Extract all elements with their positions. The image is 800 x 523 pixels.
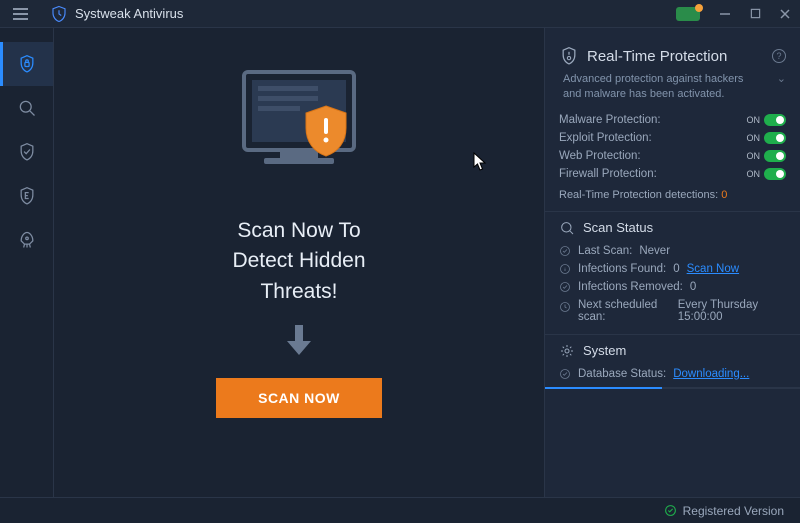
hero-headline: Scan Now To Detect Hidden Threats!: [232, 216, 365, 307]
check-circle-icon: [664, 504, 677, 517]
scan-now-link[interactable]: Scan Now: [687, 263, 739, 275]
infections-found-label: Infections Found:: [578, 263, 666, 275]
brand-shield-icon: [50, 5, 68, 23]
web-label: Web Protection:: [559, 150, 747, 162]
app-brand: Systweak Antivirus: [50, 5, 183, 23]
monitor-illustration: [224, 66, 374, 196]
db-progress-bar: [545, 387, 800, 389]
chevron-down-icon: ⌄: [777, 72, 786, 87]
detections-label: Real-Time Protection detections:: [559, 189, 718, 201]
malware-toggle[interactable]: [764, 114, 786, 126]
next-scan-label: Next scheduled scan:: [578, 299, 671, 323]
gear-icon: [559, 343, 575, 359]
sidebar-item-quarantine[interactable]: [0, 174, 53, 218]
rtp-title: Real-Time Protection: [587, 48, 727, 65]
maximize-button[interactable]: [746, 5, 764, 23]
close-button[interactable]: [776, 5, 794, 23]
shield-check-icon: [17, 142, 37, 162]
infections-removed-label: Infections Removed:: [578, 281, 683, 293]
registered-label: Registered Version: [683, 504, 784, 518]
system-title: System: [583, 343, 626, 358]
infections-removed-value: 0: [690, 281, 696, 293]
firewall-label: Firewall Protection:: [559, 168, 747, 180]
scan-status-title: Scan Status: [583, 220, 653, 235]
check-circle-icon: [559, 368, 571, 380]
web-toggle[interactable]: [764, 150, 786, 162]
exploit-label: Exploit Protection:: [559, 132, 747, 144]
malware-label: Malware Protection:: [559, 114, 747, 126]
rtp-subtitle: Advanced protection against hackers and …: [563, 72, 763, 103]
infections-found-value: 0: [673, 263, 679, 275]
hamburger-menu[interactable]: [6, 0, 34, 28]
scan-status-icon: [559, 220, 575, 236]
info-icon: [559, 263, 571, 275]
rtp-subtitle-row[interactable]: Advanced protection against hackers and …: [559, 72, 786, 103]
last-scan-label: Last Scan:: [578, 245, 632, 257]
upgrade-badge-icon[interactable]: [676, 7, 700, 21]
toggle-on-label: ON: [747, 115, 761, 125]
sidebar-item-scan[interactable]: [0, 86, 53, 130]
scan-now-button[interactable]: SCAN NOW: [216, 378, 382, 418]
sidebar-item-protection[interactable]: [0, 130, 53, 174]
db-status-value[interactable]: Downloading...: [673, 368, 749, 380]
rocket-icon: [17, 230, 37, 250]
sidebar-item-boost[interactable]: [0, 218, 53, 262]
check-circle-icon: [559, 281, 571, 293]
detections-value: 0: [721, 189, 727, 201]
next-scan-value: Every Thursday 15:00:00: [678, 299, 786, 323]
arrow-down-icon: [285, 323, 313, 360]
rtp-shield-icon: [559, 46, 579, 66]
minimize-button[interactable]: [716, 5, 734, 23]
firewall-toggle[interactable]: [764, 168, 786, 180]
shield-lock-icon: [17, 54, 37, 74]
db-status-label: Database Status:: [578, 368, 666, 380]
sidebar-item-status[interactable]: [0, 42, 53, 86]
app-title: Systweak Antivirus: [75, 6, 183, 21]
rtp-help-icon[interactable]: ?: [772, 49, 786, 63]
search-icon: [17, 98, 37, 118]
shield-e-icon: [17, 186, 37, 206]
last-scan-value: Never: [639, 245, 670, 257]
exploit-toggle[interactable]: [764, 132, 786, 144]
clock-icon: [559, 301, 571, 313]
check-circle-icon: [559, 245, 571, 257]
